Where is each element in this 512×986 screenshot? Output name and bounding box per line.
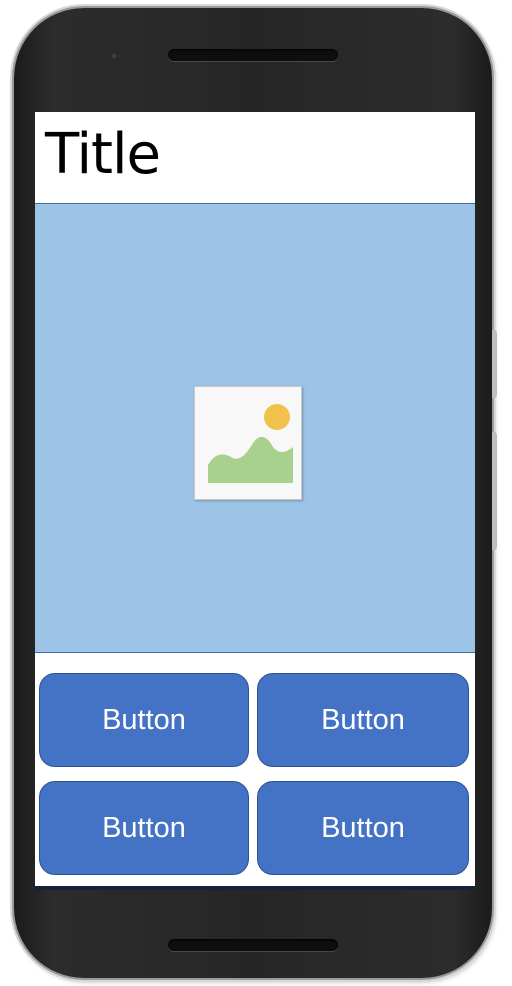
button-top-right[interactable]: Button [257, 673, 469, 767]
front-camera-icon [110, 52, 118, 60]
power-button [492, 432, 497, 550]
button-top-left[interactable]: Button [39, 673, 249, 767]
button-bottom-right[interactable]: Button [257, 781, 469, 875]
earpiece-speaker [168, 49, 338, 61]
button-bottom-left[interactable]: Button [39, 781, 249, 875]
button-grid: Button Button Button Button [35, 653, 475, 886]
app-screen: Title Button Button Button Button [35, 112, 475, 886]
bottom-speaker [168, 939, 338, 951]
image-placeholder-icon [194, 386, 302, 500]
image-area [35, 204, 475, 653]
volume-button [492, 330, 497, 398]
title-bar: Title [35, 112, 475, 204]
screen-edge [35, 886, 475, 890]
page-title: Title [45, 122, 161, 187]
